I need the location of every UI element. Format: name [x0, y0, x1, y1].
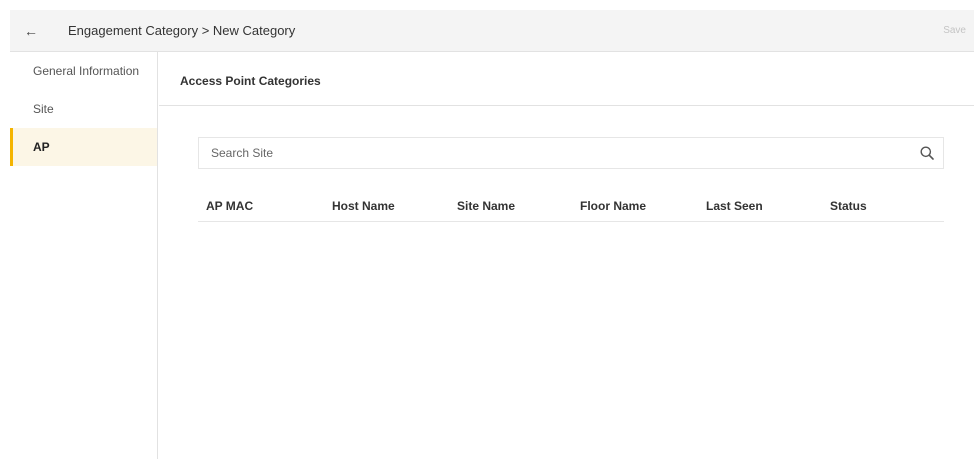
sidebar-item-ap[interactable]: AP [10, 128, 157, 166]
sidebar-item-label: AP [33, 140, 50, 154]
sidebar-item-general-information[interactable]: General Information [10, 52, 157, 90]
table-header: AP MAC Host Name Site Name Floor Name La… [198, 193, 944, 222]
top-bar: ← Engagement Category > New Category Sav… [10, 10, 974, 52]
sidebar-item-label: Site [33, 102, 54, 116]
content-header: Access Point Categories [159, 52, 974, 106]
breadcrumb: Engagement Category > New Category [68, 23, 296, 38]
search-input[interactable] [199, 138, 899, 168]
save-button[interactable]: Save [943, 22, 966, 40]
sidebar-item-label: General Information [33, 64, 140, 78]
back-arrow-icon[interactable]: ← [24, 22, 42, 40]
column-header-floor-name[interactable]: Floor Name [580, 199, 646, 213]
sidebar-item-site[interactable]: Site [10, 90, 157, 128]
column-header-ap-mac[interactable]: AP MAC [206, 199, 253, 213]
column-header-last-seen[interactable]: Last Seen [706, 199, 763, 213]
search-icon[interactable] [919, 145, 935, 161]
column-header-host-name[interactable]: Host Name [332, 199, 395, 213]
column-header-status[interactable]: Status [830, 199, 867, 213]
search-box [198, 137, 944, 169]
sidebar: General Information Site AP [10, 52, 158, 459]
column-header-site-name[interactable]: Site Name [457, 199, 515, 213]
page-title: Access Point Categories [180, 74, 321, 88]
